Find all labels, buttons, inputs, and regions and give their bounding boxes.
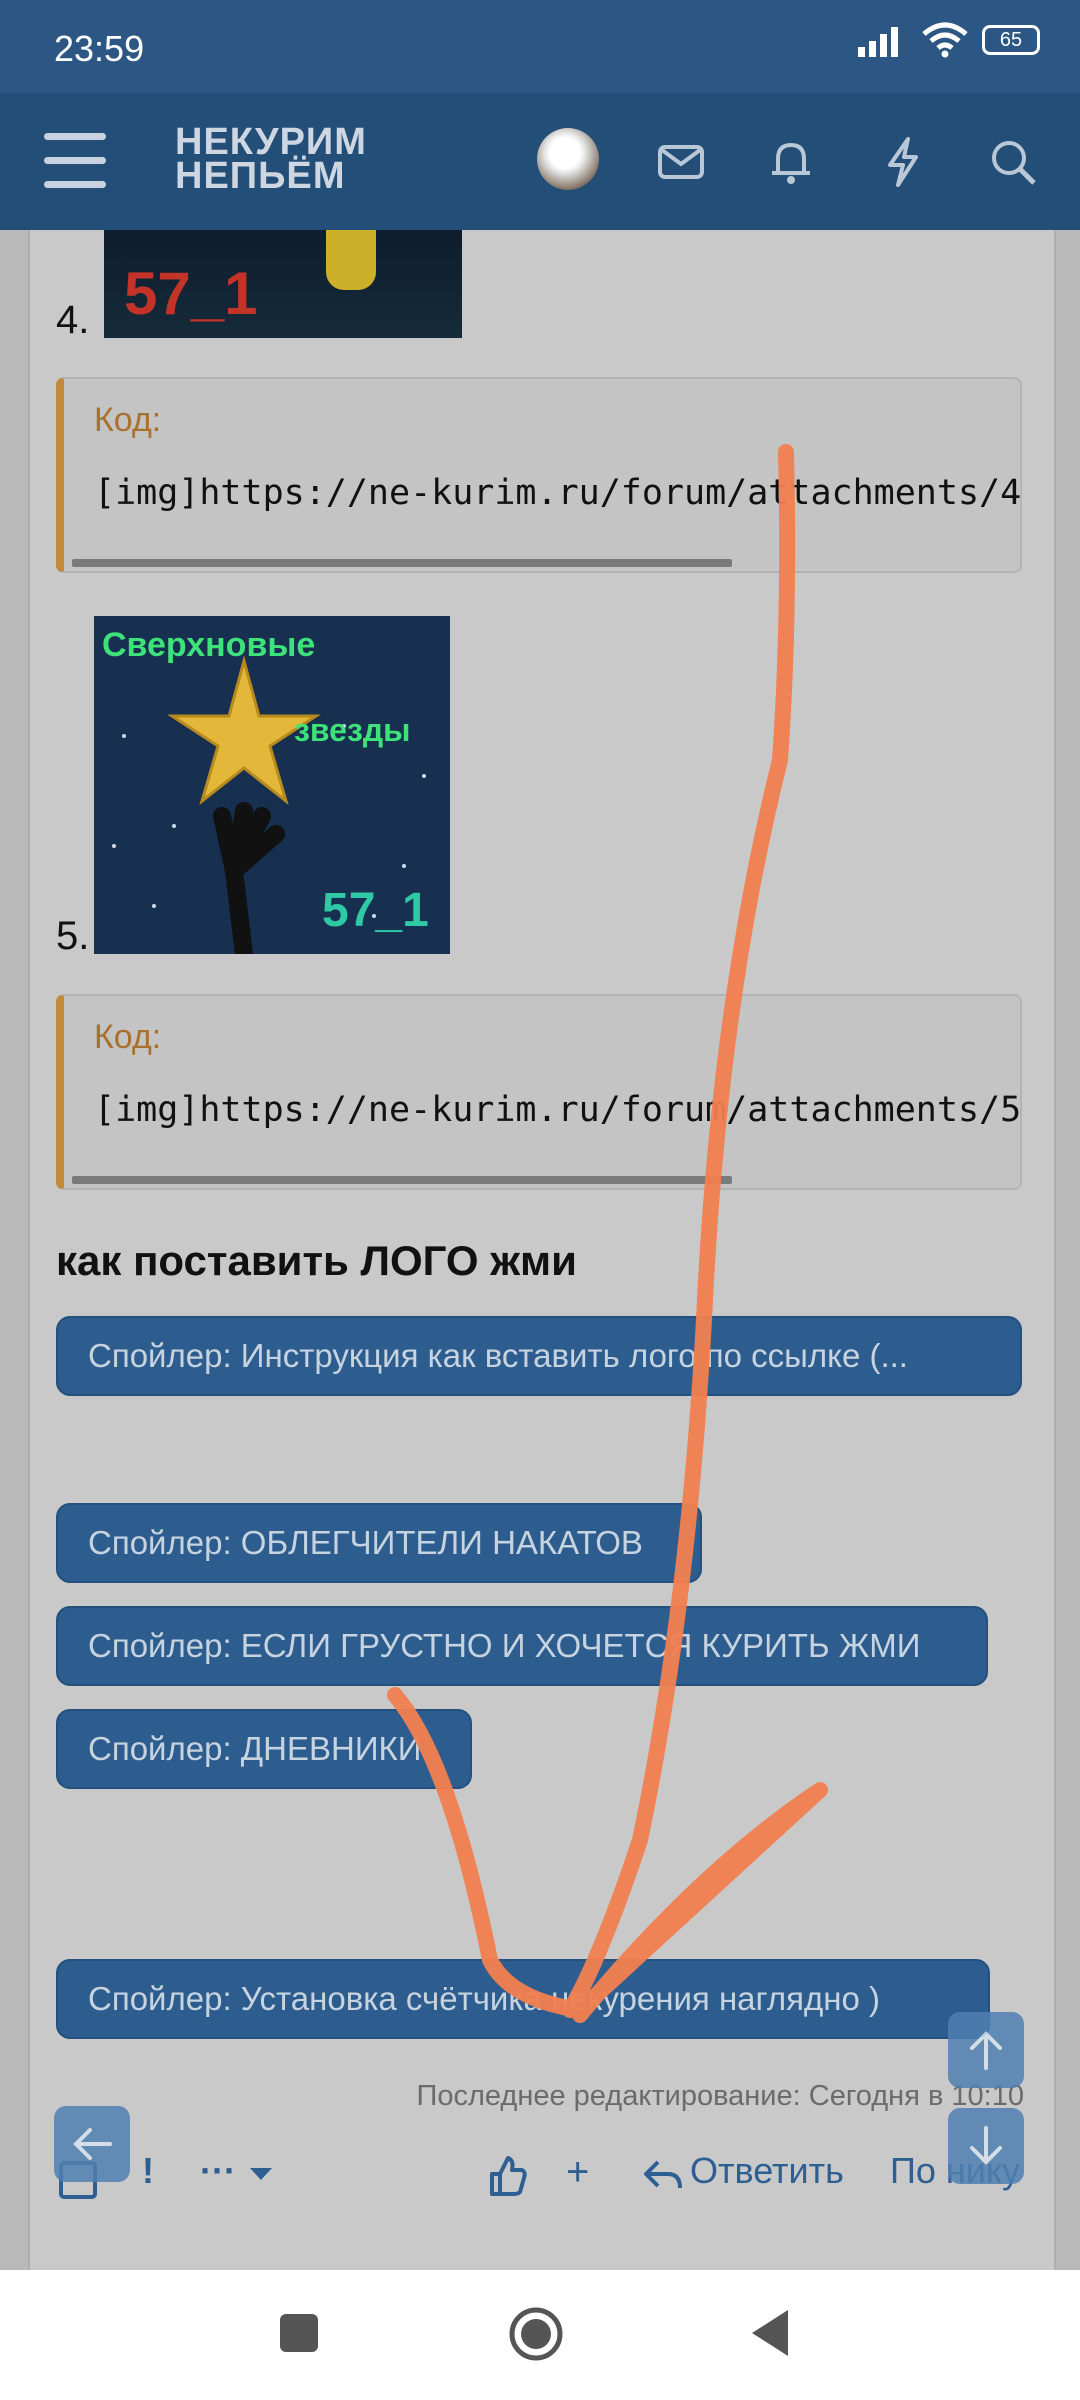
search-icon[interactable] — [986, 135, 1040, 189]
image-5-tag: 57_1 — [322, 884, 429, 937]
supernova-image-art: Сверхновые звезды 57_1 — [102, 626, 429, 954]
reply-button[interactable]: Ответить — [690, 2150, 844, 2192]
status-bar: 23:59 65 — [0, 0, 1080, 93]
spoiler-button-sad[interactable]: Спойлер: ЕСЛИ ГРУСТНО И ХОЧЕТСЯ КУРИТЬ Ж… — [56, 1606, 988, 1686]
menu-icon[interactable] — [44, 133, 106, 191]
spoiler-button-nakaty[interactable]: Спойлер: ОБЛЕГЧИТЕЛИ НАКАТОВ — [56, 1503, 702, 1583]
spoiler-button-counter[interactable]: Спойлер: Установка счётчика некурения на… — [56, 1959, 990, 2039]
status-time: 23:59 — [54, 28, 145, 69]
chevron-down-icon[interactable] — [248, 2164, 274, 2184]
image-5-title-1: Сверхновые — [102, 626, 315, 664]
mail-icon[interactable] — [654, 135, 708, 189]
signal-icon — [858, 27, 898, 57]
spoiler-button-logo-instruction[interactable]: Спойлер: Инструкция как вставить лого по… — [56, 1316, 1022, 1396]
section-heading: как поставить ЛОГО жми — [56, 1237, 577, 1284]
lightning-icon[interactable] — [876, 135, 930, 189]
post-actions: ! ··· + Ответить По нику — [0, 2150, 1080, 2220]
battery-level: 65 — [999, 28, 1023, 51]
image-5-title-2: звезды — [294, 712, 411, 748]
forum-header: НЕКУРИМ НЕПЬЁМ — [0, 93, 1080, 230]
spoiler-button-diaries[interactable]: Спойлер: ДНЕВНИКИ — [56, 1709, 472, 1789]
avatar[interactable] — [537, 128, 599, 190]
code-text[interactable]: [img]https://ne-kurim.ru/forum/attachmen… — [94, 1090, 1022, 1130]
system-nav-bar — [0, 2270, 1080, 2400]
wifi-icon — [922, 22, 968, 58]
post-image-4[interactable]: 57_1 — [104, 230, 462, 338]
bell-icon[interactable] — [764, 135, 818, 189]
reply-icon[interactable] — [642, 2158, 684, 2194]
more-menu-button[interactable]: ··· — [200, 2150, 236, 2192]
arrow-down-icon — [970, 2126, 1002, 2165]
arrow-up-icon — [970, 2031, 1002, 2070]
image-4-text: 57_1 — [124, 260, 258, 327]
last-edited-text: Последнее редактирование: Сегодня в 10:1… — [416, 2080, 1024, 2112]
code-block-2[interactable]: Код: [img]https://ne-kurim.ru/forum/atta… — [56, 994, 1022, 1190]
code-label: Код: — [94, 401, 162, 439]
logo-line-2: НЕПЬЁМ — [175, 155, 346, 197]
site-logo[interactable]: НЕКУРИМ НЕПЬЁМ — [175, 121, 367, 197]
recent-apps-icon[interactable] — [278, 2312, 320, 2354]
code-scrollbar[interactable] — [72, 559, 732, 567]
scroll-top-button[interactable] — [948, 2012, 1024, 2088]
plus-button[interactable]: + — [566, 2150, 589, 2195]
list-number-5: 5. — [56, 914, 90, 958]
scroll-bottom-button[interactable] — [948, 2108, 1024, 2184]
status-icons: 65 — [858, 22, 1040, 58]
post-image-5[interactable]: Сверхновые звезды 57_1 — [94, 616, 450, 954]
list-number-4: 4. — [56, 298, 90, 342]
battery-icon: 65 — [982, 25, 1040, 55]
code-text[interactable]: [img]https://ne-kurim.ru/forum/attachmen… — [94, 473, 1022, 513]
back-button[interactable] — [54, 2106, 130, 2182]
back-nav-icon[interactable] — [748, 2308, 792, 2358]
home-icon[interactable] — [508, 2306, 564, 2362]
like-icon[interactable] — [488, 2154, 528, 2198]
arrow-left-icon — [73, 2128, 112, 2160]
logo-line-1: НЕКУРИМ — [175, 121, 367, 163]
code-block-1[interactable]: Код: [img]https://ne-kurim.ru/forum/atta… — [56, 377, 1022, 573]
code-scrollbar[interactable] — [72, 1176, 732, 1184]
report-icon[interactable]: ! — [142, 2150, 154, 2192]
code-label: Код: — [94, 1018, 162, 1056]
